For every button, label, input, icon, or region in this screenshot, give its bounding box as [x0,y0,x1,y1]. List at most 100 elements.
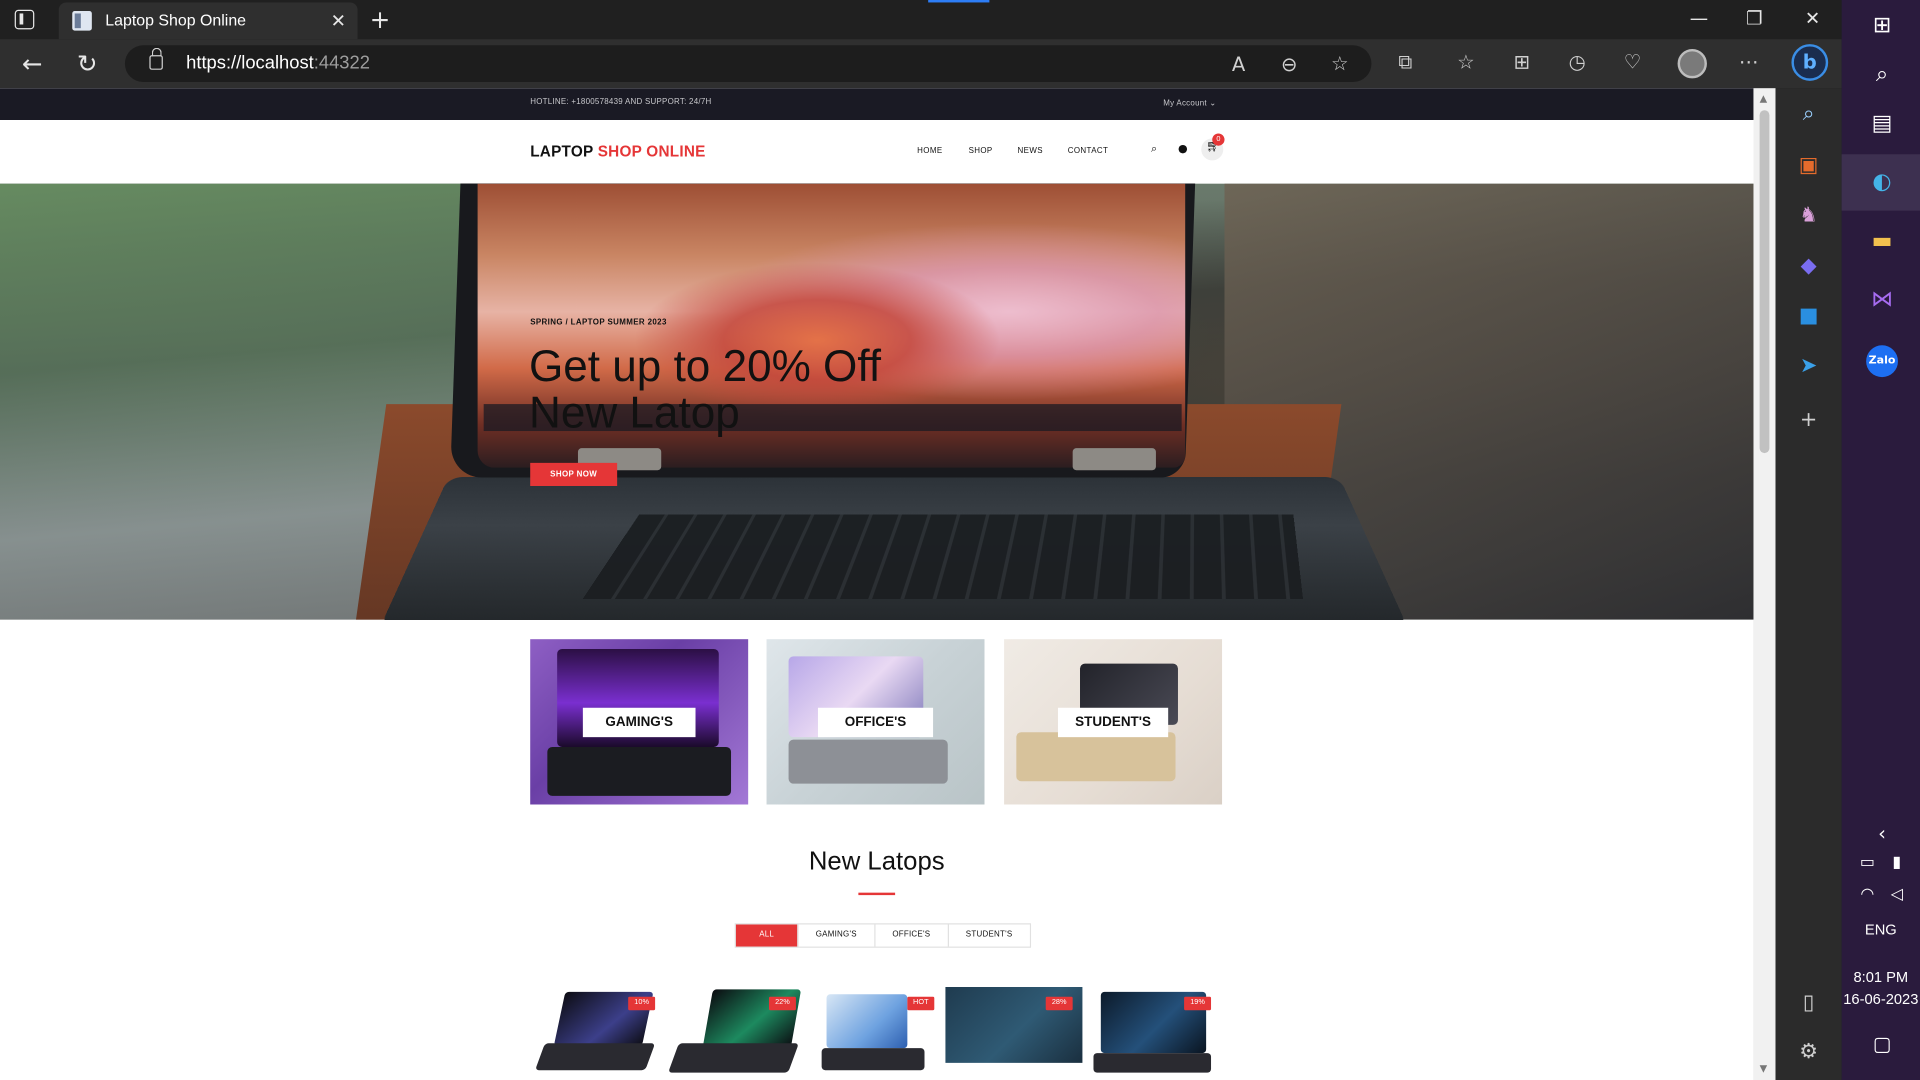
tab-close-icon[interactable]: ✕ [331,10,346,32]
category-label-office: OFFICE'S [818,708,933,737]
windows-start-icon[interactable]: ⊞ [1866,10,1898,42]
zoom-out-icon[interactable]: ⊖ [1281,53,1297,76]
browser-tab[interactable]: Laptop Shop Online ✕ [59,2,358,39]
product-image-base [669,1043,799,1072]
product-card[interactable]: 10% [530,987,667,1080]
language-indicator[interactable]: ENG [1842,921,1920,938]
file-explorer-icon[interactable]: ▬ [1866,225,1898,257]
address-input[interactable]: https://localhost:44322 A ⊖ ☆ [125,45,1372,82]
nav-contact[interactable]: CONTACT [1068,147,1108,156]
bing-copilot-icon[interactable]: b [1791,44,1828,81]
section-title: New Latops [0,847,1753,876]
back-icon[interactable]: ← [22,49,43,78]
visual-studio-icon[interactable]: ⋈ [1866,284,1898,316]
site-logo[interactable]: LAPTOP SHOP ONLINE [530,143,705,160]
task-view-icon[interactable]: ▤ [1866,108,1898,140]
nav-shop[interactable]: SHOP [969,147,993,156]
sidebar-games-icon[interactable]: ♞ [1795,202,1822,229]
product-image-base [535,1043,655,1070]
windows-taskbar: ⊞ ⌕ ▤ ◐ ▬ ⋈ Zalo ‹ ▭ ▮ ◠ ◁ ENG 8:01 PM 1… [1842,0,1920,1080]
address-bar-row: ← ↻ https://localhost:44322 A ⊖ ☆ ⧉ ☆ ⊞ … [0,39,1842,88]
sidebar-tools-icon[interactable]: ▣ [1795,152,1822,179]
hotline-text: HOTLINE: +1800578439 AND SUPPORT: 24/7H [530,98,711,107]
taskbar-search-icon[interactable]: ⌕ [1866,59,1898,91]
tab-strip: Laptop Shop Online ✕ + — ❐ ✕ [0,0,1842,39]
product-card[interactable]: 28% [945,987,1082,1080]
show-hidden-icons-chevron-icon[interactable]: ‹ [1866,818,1898,850]
wifi-icon[interactable]: ◠ [1851,879,1883,911]
nav-home[interactable]: HOME [917,147,942,156]
extensions-icon[interactable]: ⧉ [1398,50,1412,74]
tab-actions-icon[interactable] [15,10,35,30]
hot-badge: HOT [907,997,934,1010]
battery-icon[interactable]: ▮ [1881,847,1913,879]
filter-office[interactable]: OFFICE'S [875,924,948,946]
zalo-icon[interactable]: Zalo [1866,345,1898,377]
search-icon[interactable]: ⌕ [1151,143,1157,155]
lock-icon[interactable] [149,55,162,70]
favorites-icon[interactable]: ☆ [1457,50,1475,73]
hero-hinge-right [1073,448,1156,470]
category-card-office[interactable]: OFFICE'S [767,639,985,804]
discount-badge: 19% [1184,997,1211,1010]
refresh-icon[interactable]: ↻ [77,49,98,78]
clock-date[interactable]: 16-06-2023 [1842,991,1920,1008]
my-account-label: My Account [1163,99,1207,108]
user-icon[interactable]: ● [1178,143,1188,155]
sidebar-split-icon[interactable]: ▯ [1795,989,1822,1016]
category-card-student[interactable]: STUDENT'S [1004,639,1222,804]
performance-icon[interactable]: ♡ [1624,50,1642,73]
profile-avatar[interactable] [1678,49,1707,78]
hero-laptop-keyboard [583,514,1303,599]
volume-icon[interactable]: ◁ [1881,879,1913,911]
chevron-down-icon: ⌄ [1209,99,1216,108]
close-window-button[interactable]: ✕ [1805,7,1820,29]
logo-part-2: SHOP ONLINE [598,143,706,160]
discount-badge: 10% [628,997,655,1010]
my-account-dropdown[interactable]: My Account ⌄ [1163,98,1216,108]
scroll-down-icon[interactable]: ▼ [1760,1063,1768,1074]
category-card-gaming[interactable]: GAMING'S [530,639,748,804]
shop-now-button[interactable]: SHOP NOW [530,463,617,486]
sidebar-outlook-icon[interactable]: ■ [1795,302,1822,329]
sidebar-settings-icon[interactable]: ⚙ [1795,1038,1822,1065]
page-scrollbar[interactable]: ▲ ▼ [1753,88,1775,1080]
url-text: https://localhost:44322 [186,53,370,74]
scroll-thumb[interactable] [1760,110,1770,453]
minimize-button[interactable]: — [1690,7,1708,29]
sidebar-search-icon[interactable]: ⌕ [1795,100,1822,127]
history-icon[interactable]: ◷ [1569,50,1586,73]
sidebar-send-icon[interactable]: ➤ [1795,353,1822,380]
filter-gaming[interactable]: GAMING'S [799,924,876,946]
scroll-up-icon[interactable]: ▲ [1760,93,1768,104]
product-card[interactable]: 19% [1084,987,1221,1080]
edge-browser-icon[interactable]: ◐ [1866,167,1898,199]
product-card[interactable]: HOT [807,987,944,1080]
new-tab-button[interactable]: + [370,5,391,34]
section-underline [858,893,895,895]
collections-icon[interactable]: ⊞ [1513,50,1529,73]
cart-count-badge: 0 [1212,133,1224,145]
tab-title: Laptop Shop Online [105,11,246,29]
sidebar-add-icon[interactable]: + [1795,407,1822,434]
site-topbar: HOTLINE: +1800578439 AND SUPPORT: 24/7H … [0,88,1753,120]
nav-news[interactable]: NEWS [1018,147,1043,156]
hero-subtitle: SPRING / LAPTOP SUMMER 2023 [530,318,667,327]
product-filter-tabs: ALL GAMING'S OFFICE'S STUDENT'S [735,923,1031,947]
window-accent-line [928,0,989,2]
sidebar-office-icon[interactable]: ◆ [1795,252,1822,279]
clock-time[interactable]: 8:01 PM [1842,969,1920,986]
restore-button[interactable]: ❐ [1746,7,1762,29]
camera-indicator-icon[interactable]: ▭ [1851,847,1883,879]
category-label-student: STUDENT'S [1058,708,1168,737]
more-menu-icon[interactable]: ⋯ [1739,50,1759,73]
read-aloud-icon[interactable]: A [1232,53,1245,76]
product-image [827,994,908,1048]
site-header: LAPTOP SHOP ONLINE HOME SHOP NEWS CONTAC… [0,120,1753,184]
filter-all[interactable]: ALL [736,924,799,946]
hero-title-line-1: Get up to 20% Off [529,343,970,390]
favorite-star-icon[interactable]: ☆ [1331,51,1349,74]
product-card[interactable]: 22% [669,987,806,1080]
filter-student[interactable]: STUDENT'S [949,924,1030,946]
notification-center-icon[interactable]: ▢ [1866,1029,1898,1061]
